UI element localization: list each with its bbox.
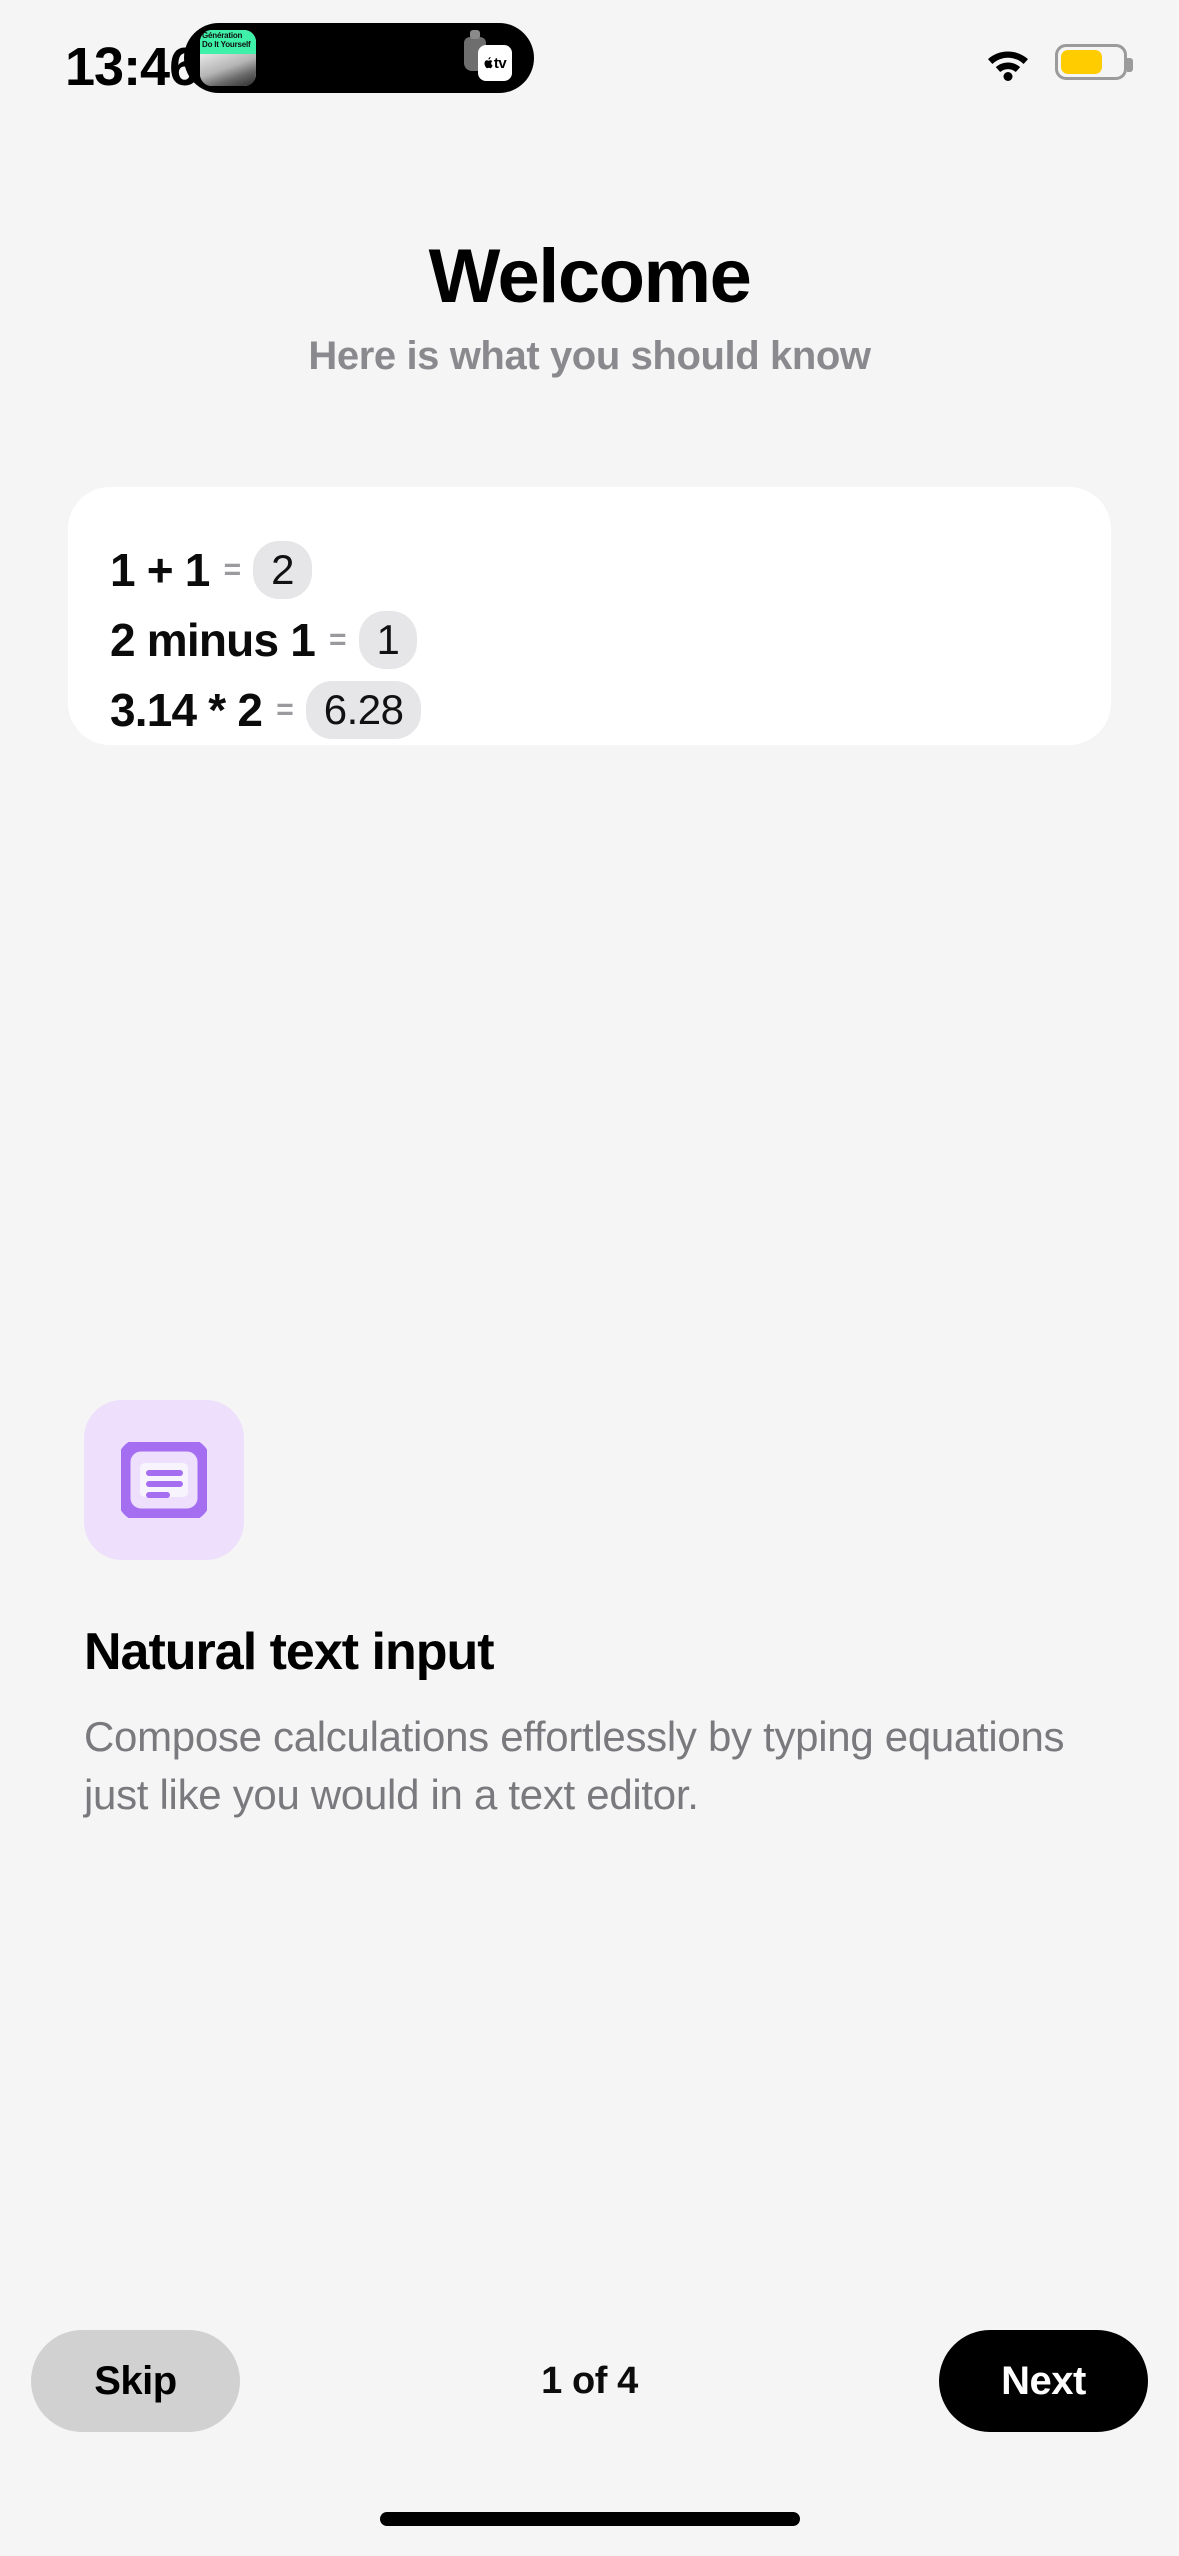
battery-icon	[1055, 44, 1133, 80]
onboarding-bottom-bar: 1 of 4 Skip Next	[0, 2330, 1179, 2432]
equation-result-pill: 2	[253, 541, 312, 599]
dynamic-island-right: tv	[454, 30, 514, 81]
apple-logo-icon	[484, 57, 493, 69]
artwork-top-band: Génération Do It Yourself	[200, 30, 256, 55]
home-indicator[interactable]	[379, 2512, 800, 2526]
status-bar: 13:46 Génération Do It Yourself tv	[0, 0, 1179, 148]
next-button[interactable]: Next	[939, 2330, 1148, 2432]
equation-equals-sign: =	[329, 623, 347, 656]
equation-expression: 1 + 1	[110, 544, 210, 596]
apple-tv-icon: tv	[478, 45, 512, 81]
status-bar-indicators	[983, 40, 1133, 84]
wifi-icon	[988, 51, 1028, 81]
skip-button[interactable]: Skip	[31, 2330, 240, 2432]
apple-tv-label: tv	[493, 54, 507, 72]
page-header: Welcome Here is what you should know	[0, 232, 1179, 379]
equation-equals-sign: =	[223, 553, 242, 586]
equation-preview-card: 1 + 1 = 2 2 minus 1 = 1 3.14 * 2 = 6.28	[68, 487, 1111, 745]
page-title: Welcome	[428, 234, 752, 319]
equation-expression: 3.14 * 2	[110, 684, 263, 736]
dynamic-island[interactable]: Génération Do It Yourself tv	[184, 23, 534, 93]
equation-row: 3.14 * 2 = 6.28	[110, 675, 1111, 745]
podcast-artwork-icon: Génération Do It Yourself	[200, 30, 256, 86]
page-subtitle: Here is what you should know	[308, 334, 871, 378]
feature-title: Natural text input	[84, 1623, 495, 1681]
equation-result-pill: 6.28	[305, 681, 422, 739]
artwork-photo	[200, 54, 256, 86]
feature-icon-container	[84, 1400, 244, 1560]
onboarding-screen: 13:46 Génération Do It Yourself tv Welco…	[0, 0, 1179, 2556]
feature-block: Natural text input Compose calculations …	[84, 1400, 1104, 1824]
feature-description: Compose calculations effortlessly by typ…	[84, 1713, 1065, 1818]
equation-equals-sign: =	[276, 693, 294, 726]
equation-result-pill: 1	[358, 611, 418, 669]
artwork-title: Génération Do It Yourself	[202, 31, 251, 49]
text-document-icon	[121, 1442, 207, 1518]
equation-expression: 2 minus 1	[110, 614, 316, 666]
equation-row: 2 minus 1 = 1	[110, 605, 1111, 675]
equation-row: 1 + 1 = 2	[110, 535, 1111, 605]
